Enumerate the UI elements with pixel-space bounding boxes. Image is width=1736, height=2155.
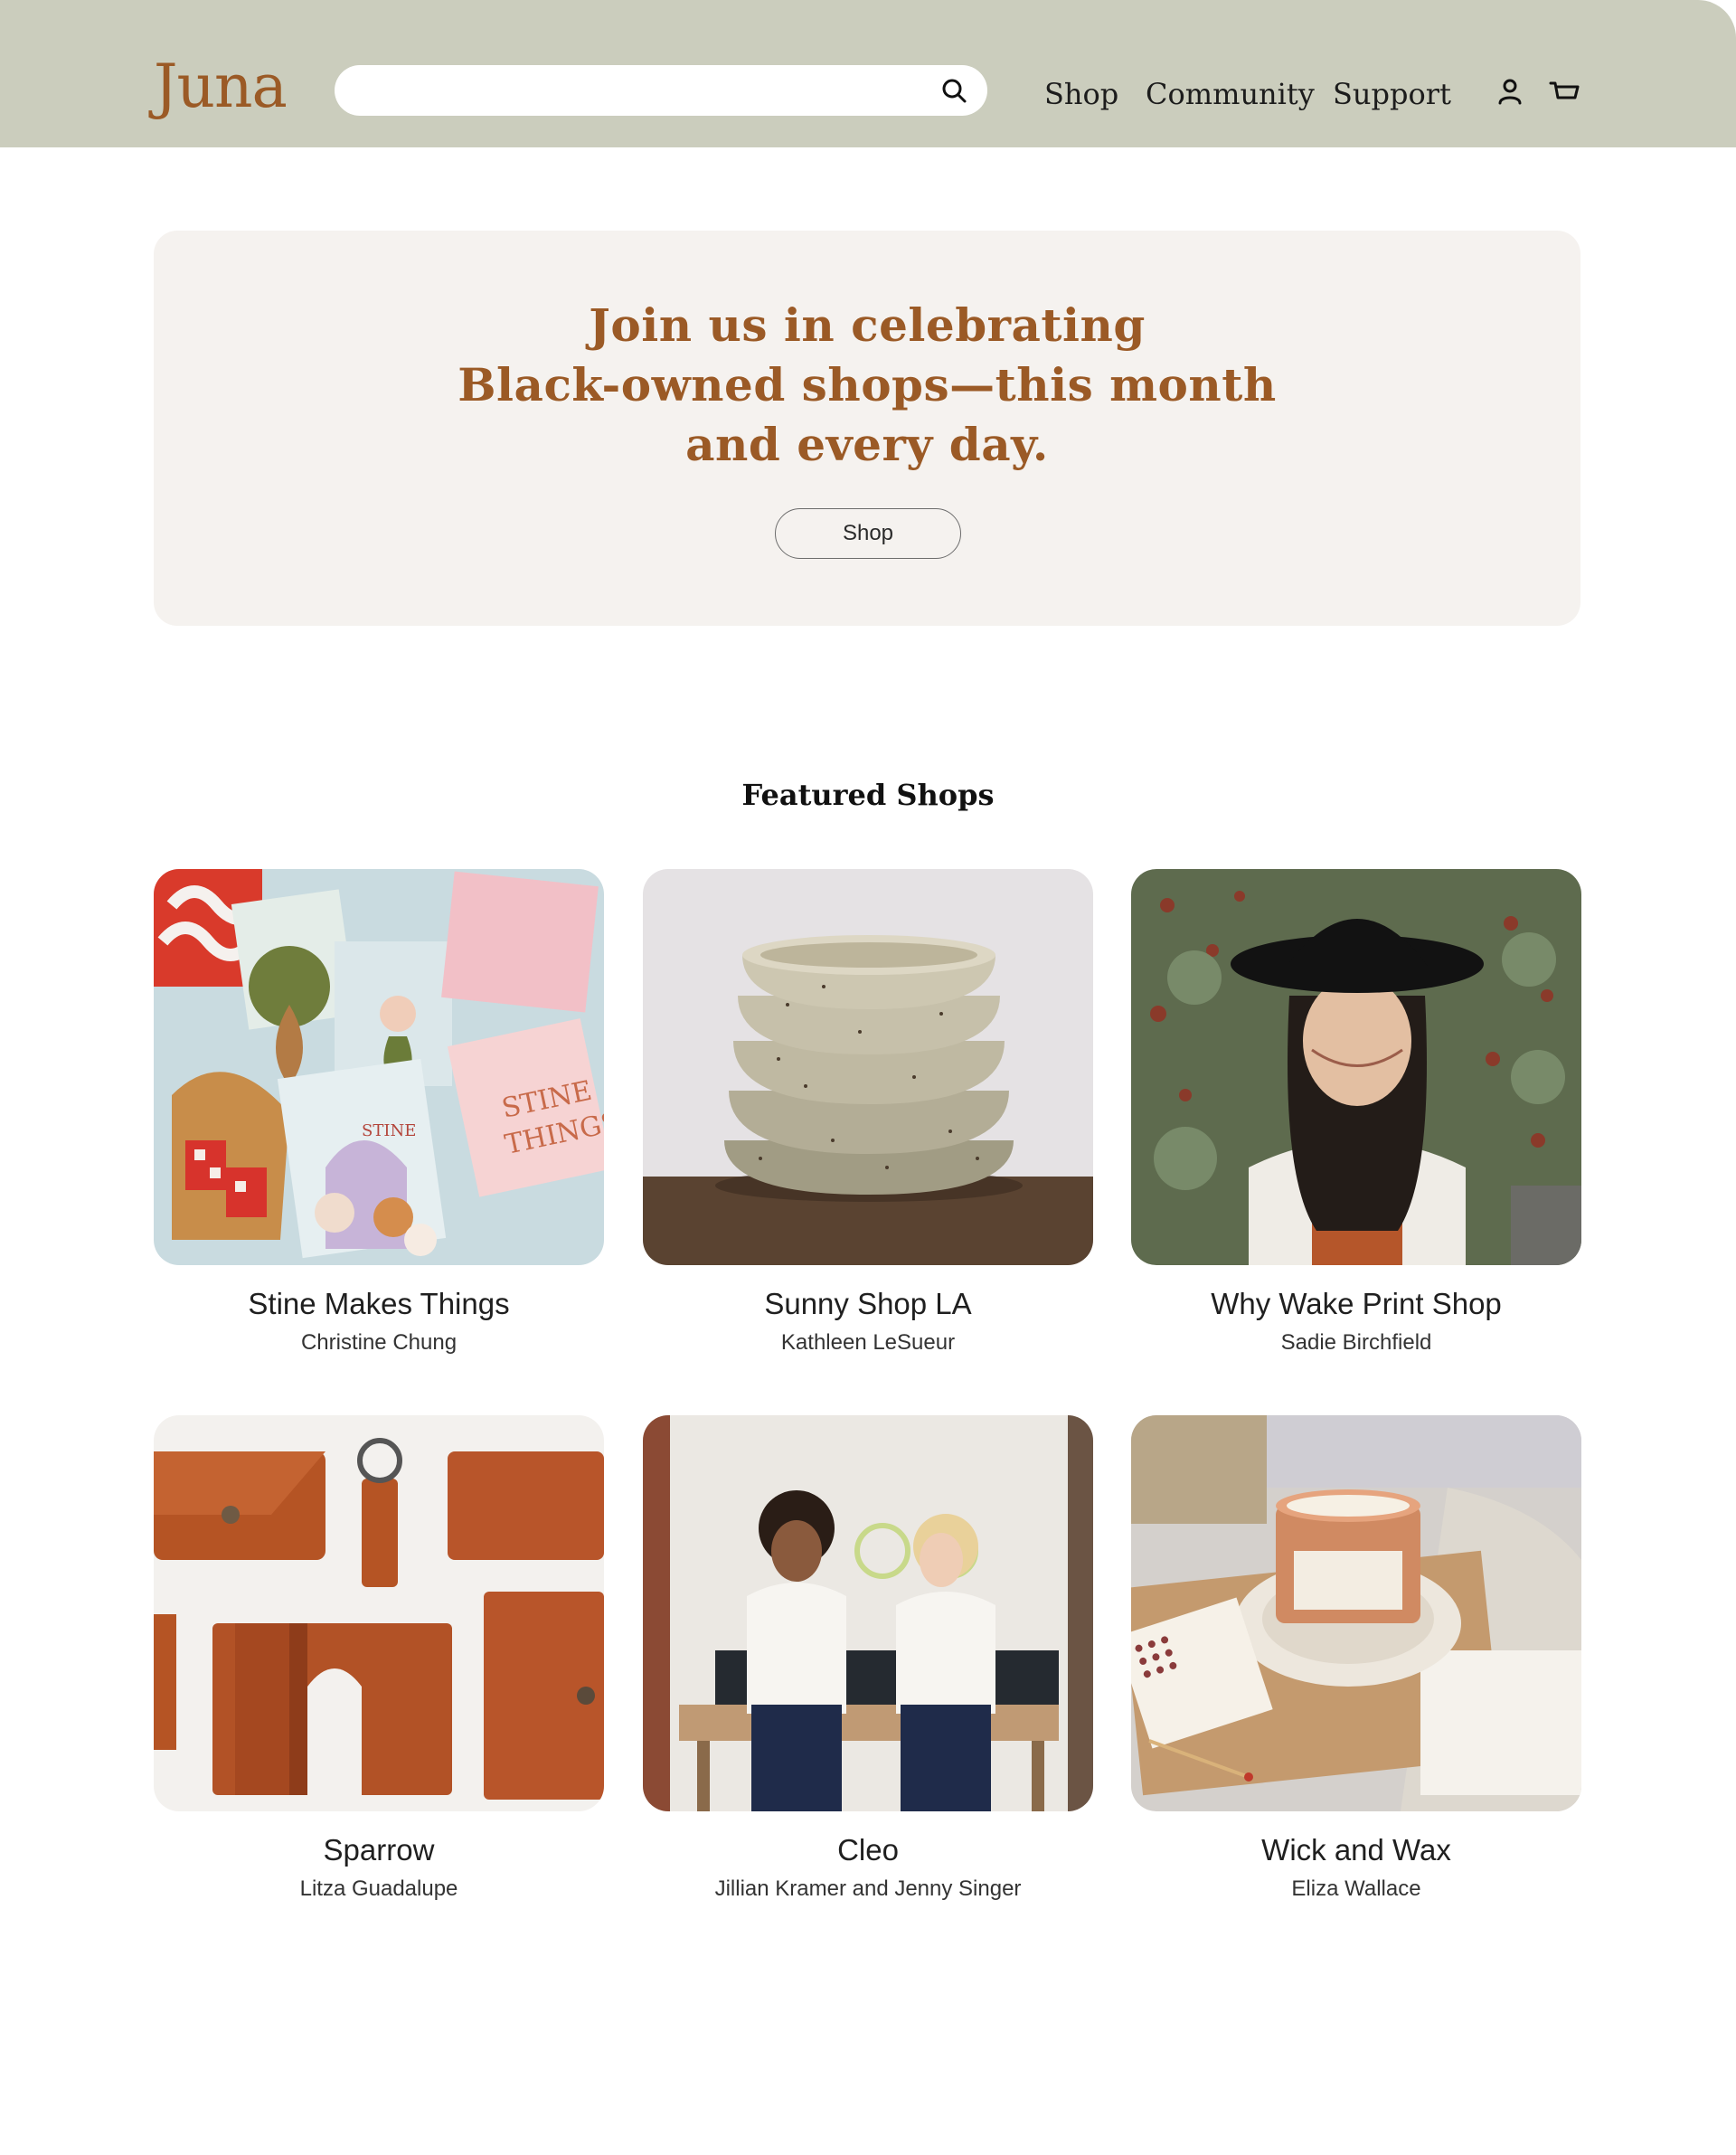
search-icon[interactable] xyxy=(940,77,967,104)
shop-name[interactable]: Sparrow xyxy=(154,1833,604,1867)
shop-name[interactable]: Sunny Shop LA xyxy=(643,1287,1093,1321)
shop-name[interactable]: Cleo xyxy=(643,1833,1093,1867)
shop-name[interactable]: Wick and Wax xyxy=(1131,1833,1581,1867)
shop-name[interactable]: Why Wake Print Shop xyxy=(1131,1287,1581,1321)
featured-shops-title: Featured Shops xyxy=(741,778,995,812)
hero-banner: Join us in celebrating Black-owned shops… xyxy=(154,231,1580,626)
nav-shop[interactable]: Shop xyxy=(1044,74,1118,114)
shop-card[interactable]: Why Wake Print Shop Sadie Birchfield xyxy=(1131,869,1581,1356)
hero-title-line-2: Black-owned shops—this month xyxy=(458,358,1277,411)
shop-image-earrings[interactable]: STINE THINGS STINE xyxy=(154,869,604,1265)
shop-owner: Christine Chung xyxy=(300,1330,458,1355)
shop-card[interactable]: Sunny Shop LA Kathleen LeSueur xyxy=(643,869,1093,1356)
shop-image-founders[interactable] xyxy=(643,1415,1093,1811)
search-bar[interactable] xyxy=(335,65,987,116)
shop-image-leather[interactable] xyxy=(154,1415,604,1811)
shop-owner: Eliza Wallace xyxy=(1291,1876,1421,1901)
search-input[interactable] xyxy=(356,65,917,116)
site-header: Juna Shop Community Support xyxy=(0,0,1736,147)
shop-card[interactable]: Sparrow Litza Guadalupe xyxy=(154,1415,604,1902)
shop-image-bowls[interactable] xyxy=(643,869,1093,1265)
hero-shop-button[interactable]: Shop xyxy=(775,508,961,559)
hero-title-line-1: Join us in celebrating xyxy=(589,298,1146,352)
nav-community[interactable]: Community xyxy=(1146,74,1315,114)
shop-owner: Kathleen LeSueur xyxy=(780,1330,956,1355)
shop-owner: Sadie Birchfield xyxy=(1280,1330,1432,1355)
svg-text:STINE: STINE xyxy=(362,1121,416,1140)
shop-name[interactable]: Stine Makes Things xyxy=(154,1287,604,1321)
hero-title: Join us in celebrating Black-owned shops… xyxy=(154,296,1580,475)
shop-owner: Jillian Kramer and Jenny Singer xyxy=(714,1876,1022,1901)
nav-support[interactable]: Support xyxy=(1333,74,1451,114)
juna-logo[interactable]: Juna xyxy=(154,51,288,123)
shop-card[interactable]: Cleo Jillian Kramer and Jenny Singer xyxy=(643,1415,1093,1902)
shop-image-candle[interactable] xyxy=(1131,1415,1581,1811)
shop-card[interactable]: Wick and Wax Eliza Wallace xyxy=(1131,1415,1581,1902)
shop-card[interactable]: STINE THINGS STINE Stine Makes Things Ch… xyxy=(154,869,604,1356)
cart-icon[interactable] xyxy=(1548,76,1580,109)
account-icon[interactable] xyxy=(1494,76,1526,109)
shop-image-portrait[interactable] xyxy=(1131,869,1581,1265)
hero-title-line-3: and every day. xyxy=(685,418,1049,471)
shop-owner: Litza Guadalupe xyxy=(299,1876,458,1901)
